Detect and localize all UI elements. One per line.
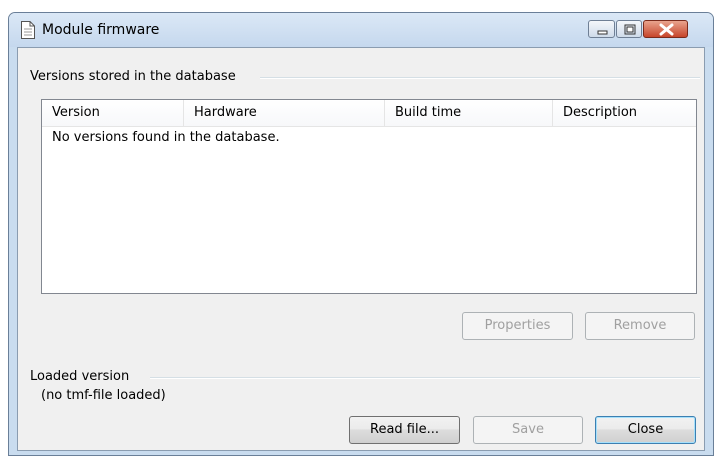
maximize-icon [624, 24, 636, 35]
close-icon [659, 23, 674, 36]
title-bar[interactable]: Module firmware [9, 13, 713, 47]
empty-list-message: No versions found in the database. [52, 130, 280, 145]
loaded-group-divider [150, 377, 700, 379]
save-button[interactable]: Save [473, 416, 583, 444]
loaded-status-text: (no tmf-file loaded) [41, 388, 166, 403]
read-file-button[interactable]: Read file... [349, 416, 460, 444]
dialog-window: Module firmware Versions stored in the d… [8, 12, 714, 456]
minimize-button[interactable] [588, 20, 615, 38]
minimize-icon [597, 30, 608, 35]
versions-group-label: Versions stored in the database [30, 69, 244, 84]
column-version[interactable]: Version [42, 100, 184, 126]
properties-button[interactable]: Properties [462, 312, 573, 340]
column-hardware[interactable]: Hardware [184, 100, 385, 126]
window-title: Module firmware [42, 22, 160, 38]
column-build-time[interactable]: Build time [385, 100, 553, 126]
loaded-group-label: Loaded version [30, 369, 138, 384]
dialog-client-area: Versions stored in the database Version … [17, 47, 705, 451]
close-button[interactable]: Close [595, 416, 696, 444]
maximize-button[interactable] [616, 20, 642, 38]
versions-list-header: Version Hardware Build time Description [42, 100, 696, 127]
column-description[interactable]: Description [553, 100, 696, 126]
document-icon [21, 21, 35, 39]
close-window-button[interactable] [643, 20, 688, 38]
versions-group-divider [260, 77, 700, 79]
versions-list[interactable]: Version Hardware Build time Description … [41, 99, 697, 294]
remove-button[interactable]: Remove [585, 312, 695, 340]
